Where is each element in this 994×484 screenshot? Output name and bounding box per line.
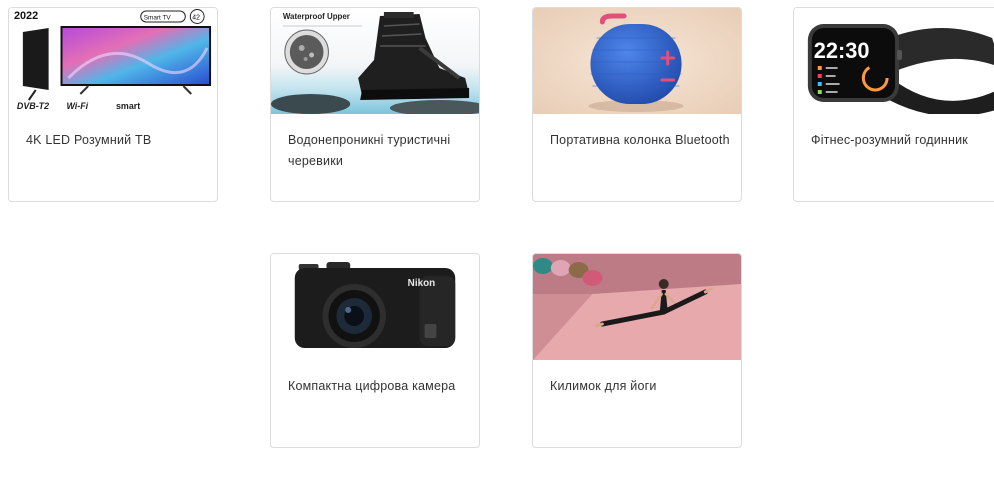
product-title[interactable]: Килимок для йоги bbox=[550, 376, 731, 397]
watch-time-label: 22:30 bbox=[814, 38, 870, 63]
product-card-yoga-mat[interactable]: Килимок для йоги bbox=[532, 253, 742, 448]
product-card-watch[interactable]: 22:30 Фітнес-розумний годинник bbox=[793, 7, 994, 202]
boots-headline: Waterproof Upper bbox=[283, 12, 350, 21]
camera-brand-label: Nikon bbox=[408, 278, 435, 289]
product-image-tv: 2022 Smart TV 42 DVB-T2 Wi-Fi smart bbox=[9, 8, 217, 114]
product-title[interactable]: 4K LED Розумний ТВ bbox=[26, 130, 207, 151]
tv-logo-smart: smart bbox=[116, 101, 140, 111]
product-card-tv[interactable]: 2022 Smart TV 42 DVB-T2 Wi-Fi smart 4K L… bbox=[8, 7, 218, 202]
tv-logo-dvb: DVB-T2 bbox=[17, 101, 49, 111]
product-image-watch: 22:30 bbox=[794, 8, 994, 114]
product-title[interactable]: Водонепроникні туристичні черевики bbox=[288, 130, 469, 172]
product-title[interactable]: Компактна цифрова камера bbox=[288, 376, 469, 397]
tv-badge-label: Smart TV bbox=[144, 14, 172, 21]
product-image-boots: Waterproof Upper bbox=[271, 8, 479, 114]
product-image-speaker bbox=[533, 8, 741, 114]
tv-logo-wifi: Wi-Fi bbox=[66, 101, 88, 111]
product-card-boots[interactable]: Waterproof Upper Водонепроникні туристич… bbox=[270, 7, 480, 202]
tv-size-label: 42 bbox=[192, 14, 200, 21]
product-image-camera: Nikon bbox=[271, 254, 479, 360]
product-card-speaker[interactable]: Портативна колонка Bluetooth bbox=[532, 7, 742, 202]
product-image-yoga-mat bbox=[533, 254, 741, 360]
product-card-camera[interactable]: Nikon Компактна цифрова камера bbox=[270, 253, 480, 448]
product-grid: 2022 Smart TV 42 DVB-T2 Wi-Fi smart 4K L… bbox=[0, 0, 994, 484]
product-title[interactable]: Портативна колонка Bluetooth bbox=[550, 130, 731, 151]
product-title[interactable]: Фітнес-розумний годинник bbox=[811, 130, 992, 151]
tv-year-label: 2022 bbox=[14, 10, 38, 22]
